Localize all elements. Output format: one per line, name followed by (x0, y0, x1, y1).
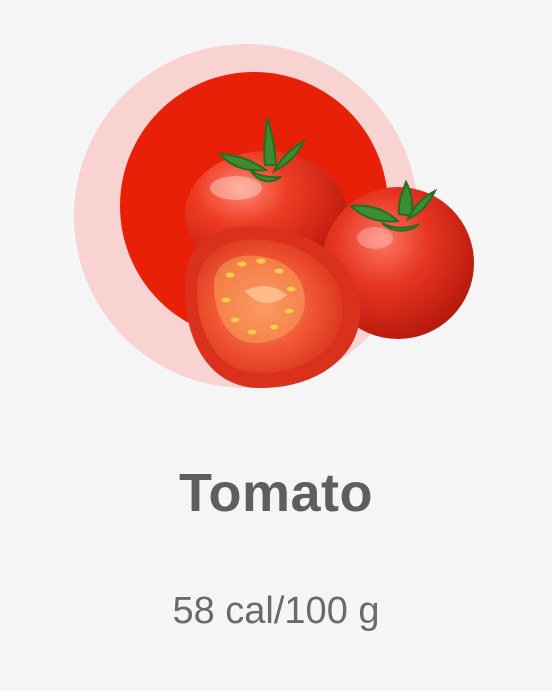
tomato-image (0, 0, 552, 430)
food-name: Tomato (179, 463, 373, 523)
tomato-illustration (74, 44, 474, 389)
calorie-info: 58 cal/100 g (172, 590, 380, 632)
food-card[interactable]: Tomato 58 cal/100 g (0, 0, 552, 691)
